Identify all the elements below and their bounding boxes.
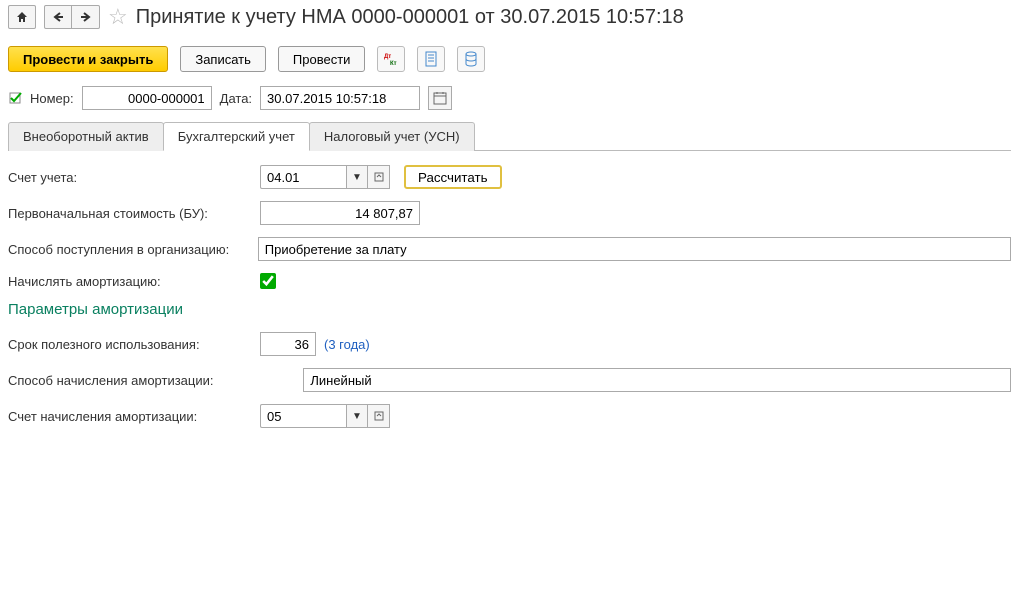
tab-noncurrent-asset[interactable]: Внеоборотный актив <box>8 122 164 151</box>
save-button[interactable]: Записать <box>180 46 266 72</box>
calendar-button[interactable] <box>428 86 452 110</box>
home-button[interactable] <box>8 5 36 29</box>
number-input[interactable] <box>82 86 212 110</box>
amortization-checkbox-label: Начислять амортизацию: <box>8 274 252 289</box>
amortization-account-input[interactable] <box>260 404 346 428</box>
svg-text:Кт: Кт <box>390 61 397 66</box>
tab-tax-usn[interactable]: Налоговый учет (УСН) <box>309 122 475 151</box>
account-open-button[interactable] <box>368 165 390 189</box>
cost-label: Первоначальная стоимость (БУ): <box>8 206 252 221</box>
amortization-checkbox[interactable] <box>260 273 276 289</box>
amortization-account-dropdown-button[interactable]: ▼ <box>346 404 368 428</box>
useful-life-hint: (3 года) <box>324 337 370 352</box>
structure-icon-button[interactable] <box>457 46 485 72</box>
cost-input[interactable] <box>260 201 420 225</box>
forward-button[interactable] <box>72 5 100 29</box>
post-and-close-button[interactable]: Провести и закрыть <box>8 46 168 72</box>
account-input[interactable] <box>260 165 346 189</box>
receipt-method-label: Способ поступления в организацию: <box>8 242 250 257</box>
status-posted-icon <box>8 91 22 105</box>
account-dropdown-button[interactable]: ▼ <box>346 165 368 189</box>
date-label: Дата: <box>220 91 252 106</box>
useful-life-input[interactable] <box>260 332 316 356</box>
post-button[interactable]: Провести <box>278 46 366 72</box>
amortization-account-label: Счет начисления амортизации: <box>8 409 252 424</box>
calculate-button[interactable]: Рассчитать <box>404 165 502 189</box>
amortization-method-label: Способ начисления амортизации: <box>8 373 295 388</box>
account-label: Счет учета: <box>8 170 252 185</box>
favorite-star-icon[interactable]: ☆ <box>108 4 128 30</box>
amortization-method-input[interactable] <box>303 368 1011 392</box>
number-label: Номер: <box>30 91 74 106</box>
document-icon-button[interactable] <box>417 46 445 72</box>
svg-text:Дт: Дт <box>384 54 391 60</box>
useful-life-label: Срок полезного использования: <box>8 337 252 352</box>
date-input[interactable] <box>260 86 420 110</box>
back-button[interactable] <box>44 5 72 29</box>
amortization-section-title: Параметры амортизации <box>8 301 1011 318</box>
page-title: Принятие к учету НМА 0000-000001 от 30.0… <box>136 6 684 29</box>
tab-accounting[interactable]: Бухгалтерский учет <box>163 122 310 151</box>
dtkt-icon-button[interactable]: ДтКт <box>377 46 405 72</box>
receipt-method-input[interactable] <box>258 237 1011 261</box>
amortization-account-open-button[interactable] <box>368 404 390 428</box>
